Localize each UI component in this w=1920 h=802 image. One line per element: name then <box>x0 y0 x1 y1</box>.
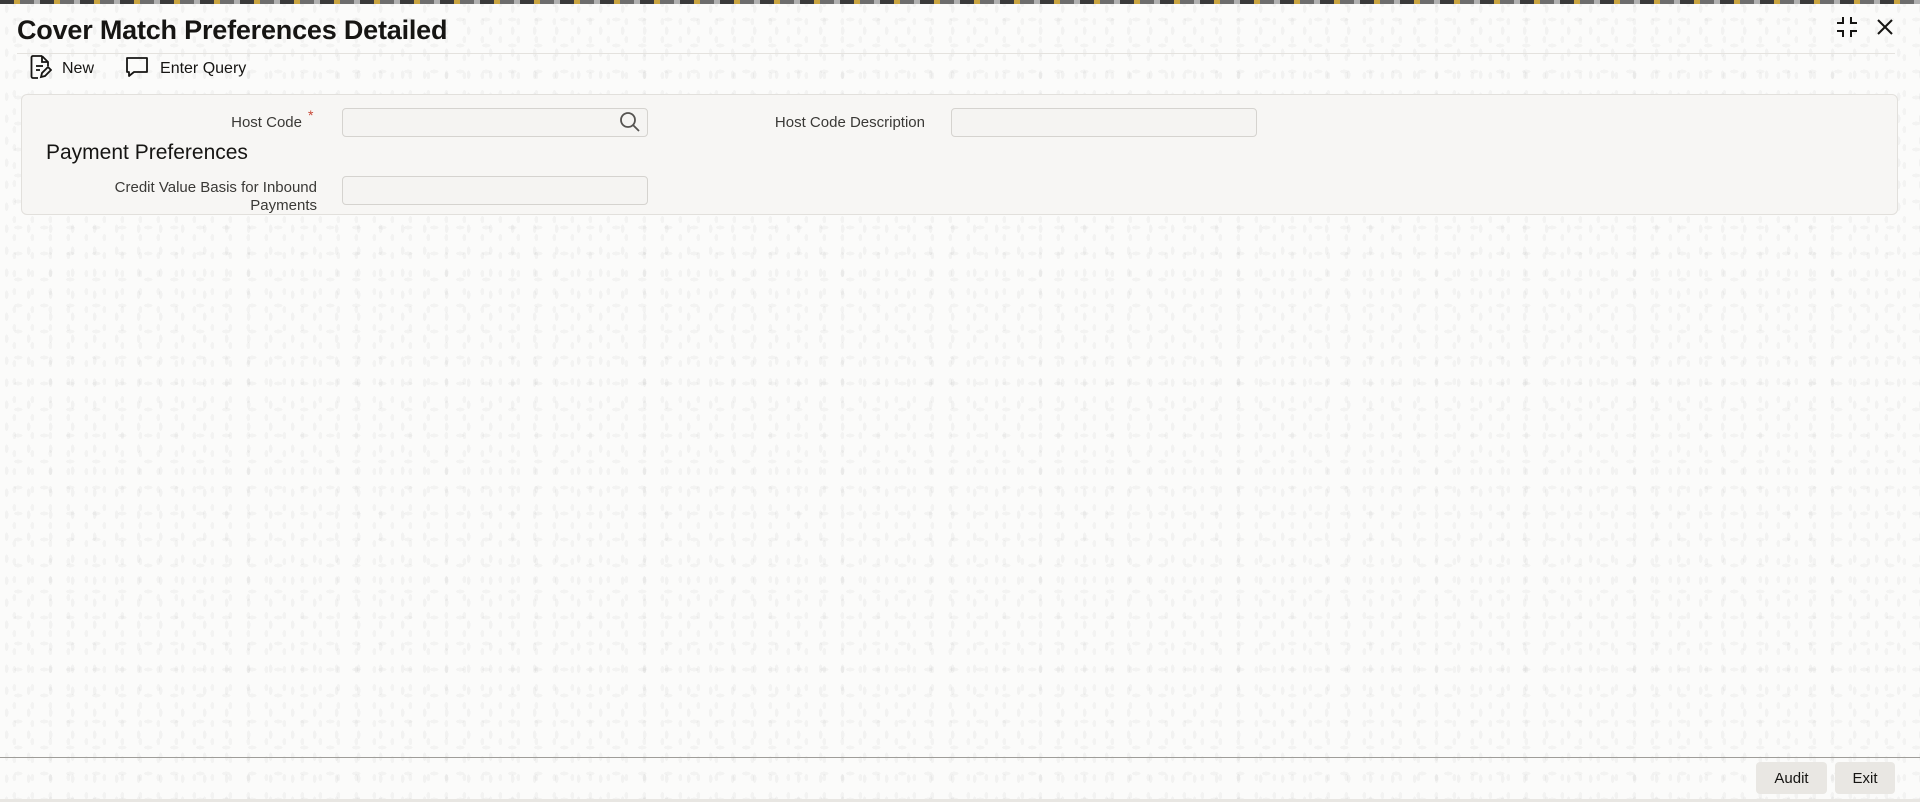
host-code-description-label: Host Code Description <box>774 114 925 131</box>
window-controls <box>1834 14 1898 40</box>
enter-query-button-label: Enter Query <box>160 60 247 77</box>
host-code-label: Host Code <box>231 114 302 131</box>
credit-value-basis-label-line1: Credit Value Basis for Inbound <box>114 179 317 196</box>
page-title: Cover Match Preferences Detailed <box>17 15 448 45</box>
host-code-description-input[interactable] <box>951 108 1257 137</box>
chat-bubble-icon <box>124 55 150 84</box>
new-button[interactable]: New <box>28 54 94 85</box>
required-indicator: * <box>308 107 314 123</box>
footer-divider <box>0 757 1920 758</box>
host-code-input[interactable] <box>342 108 648 137</box>
exit-button[interactable]: Exit <box>1835 762 1895 794</box>
new-document-icon <box>28 54 53 85</box>
credit-value-basis-input[interactable] <box>342 176 648 205</box>
credit-value-basis-label-line2: Payments <box>250 197 317 214</box>
toolbar: New Enter Query <box>28 54 276 85</box>
search-icon[interactable] <box>618 110 642 134</box>
close-icon[interactable] <box>1872 14 1898 40</box>
top-decorative-stripe <box>0 0 1920 4</box>
payment-preferences-heading: Payment Preferences <box>46 141 248 164</box>
collapse-icon[interactable] <box>1834 14 1860 40</box>
header-divider <box>17 53 1895 54</box>
audit-button[interactable]: Audit <box>1756 762 1827 794</box>
new-button-label: New <box>62 60 95 77</box>
credit-value-basis-label: Credit Value Basis for Inbound Payments <box>60 179 317 215</box>
enter-query-button[interactable]: Enter Query <box>124 55 246 84</box>
